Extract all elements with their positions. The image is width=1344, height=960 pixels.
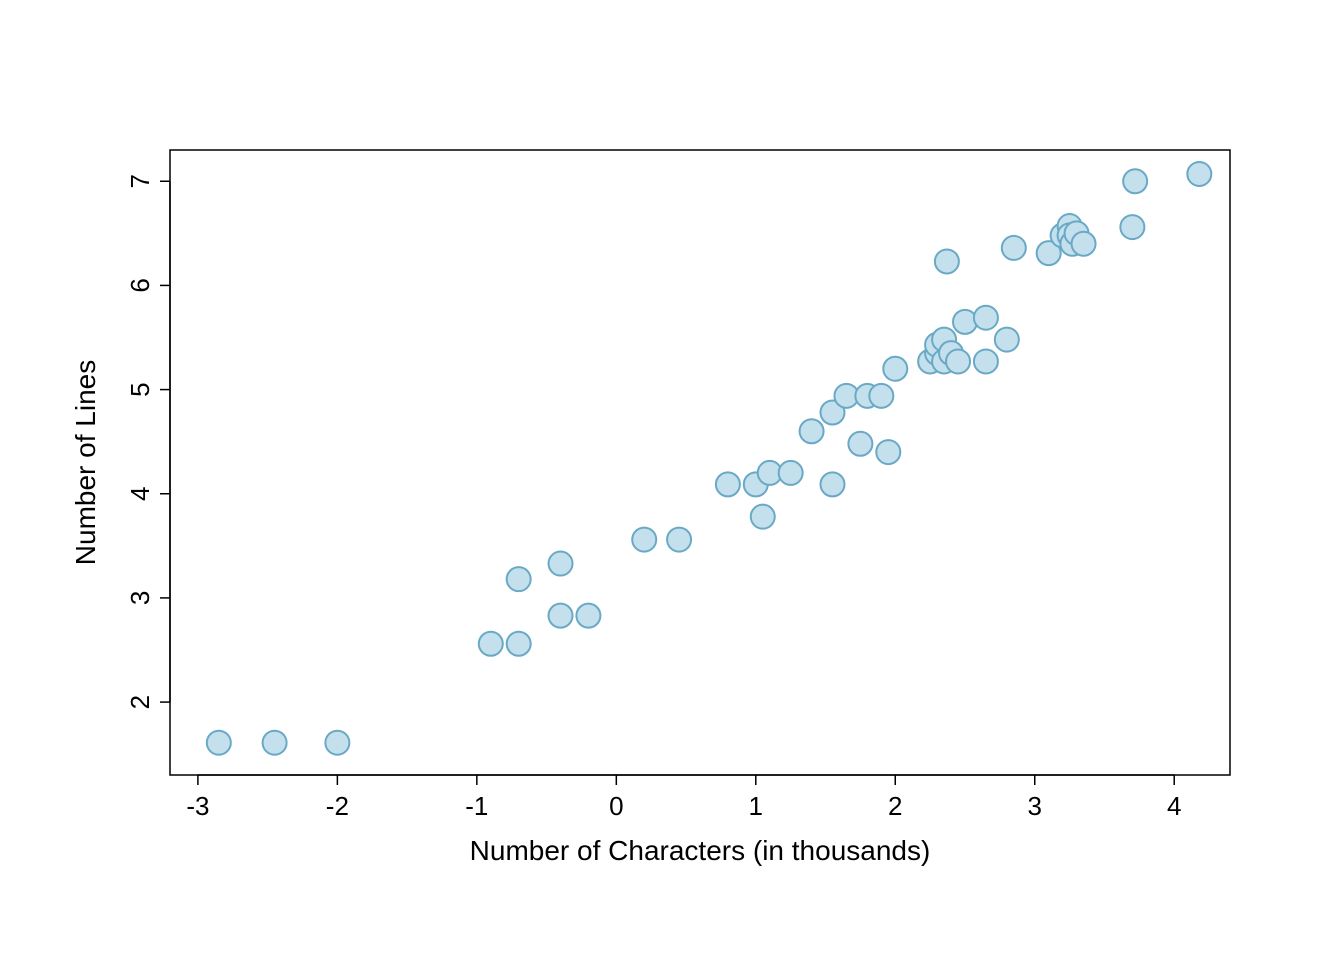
data-point	[751, 505, 775, 529]
data-point	[667, 528, 691, 552]
data-point	[716, 472, 740, 496]
data-point	[1123, 169, 1147, 193]
y-tick-label: 4	[125, 487, 155, 501]
data-point	[974, 349, 998, 373]
data-point	[995, 328, 1019, 352]
data-point	[1120, 215, 1144, 239]
data-point	[1002, 236, 1026, 260]
x-tick-label: 1	[749, 791, 763, 821]
data-point	[1187, 162, 1211, 186]
data-point	[946, 349, 970, 373]
data-point	[549, 604, 573, 628]
scatter-chart: -3 -2 -1 0 1 2 3 4 Number of Characters (in thou…	[0, 0, 1344, 960]
y-tick-label: 3	[125, 591, 155, 605]
data-point	[869, 384, 893, 408]
y-tick-label: 2	[125, 695, 155, 709]
data-point	[263, 731, 287, 755]
data-point	[876, 440, 900, 464]
data-point	[325, 731, 349, 755]
data-point	[1072, 232, 1096, 256]
data-point	[935, 249, 959, 273]
data-point	[883, 357, 907, 381]
data-point	[974, 306, 998, 330]
data-point	[632, 528, 656, 552]
data-point	[800, 419, 824, 443]
x-tick-label: 3	[1028, 791, 1042, 821]
y-tick-label: 5	[125, 382, 155, 396]
data-point	[821, 472, 845, 496]
data-point	[207, 731, 231, 755]
data-point	[507, 567, 531, 591]
x-tick-label: 2	[888, 791, 902, 821]
data-point	[479, 632, 503, 656]
x-tick-label: 4	[1167, 791, 1181, 821]
x-tick-label: 0	[609, 791, 623, 821]
data-point	[953, 310, 977, 334]
data-point	[779, 461, 803, 485]
x-tick-label: -3	[186, 791, 209, 821]
data-point	[507, 632, 531, 656]
data-point	[848, 432, 872, 456]
x-axis-label: Number of Characters (in thousands)	[470, 835, 931, 866]
x-tick-label: -1	[465, 791, 488, 821]
data-point	[549, 552, 573, 576]
x-tick-label: -2	[326, 791, 349, 821]
y-tick-label: 7	[125, 174, 155, 188]
data-point	[576, 604, 600, 628]
y-axis-label: Number of Lines	[70, 360, 101, 565]
y-tick-label: 6	[125, 278, 155, 292]
